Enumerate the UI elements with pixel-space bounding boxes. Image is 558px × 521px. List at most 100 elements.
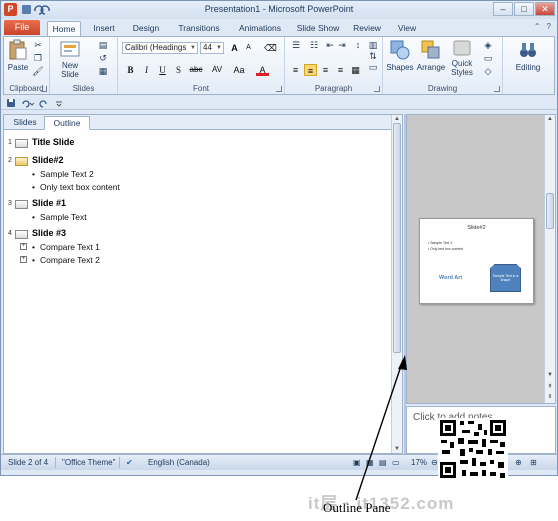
expand-icon[interactable]: + [20, 256, 27, 263]
underline-button[interactable]: U [156, 64, 169, 76]
normal-view-icon[interactable]: ▣ [353, 458, 361, 467]
shapes-button[interactable]: Shapes [385, 39, 415, 72]
quick-styles-button[interactable]: Quick Styles [447, 39, 477, 77]
outline-bullet[interactable]: • Sample Text [32, 212, 87, 223]
decrease-indent-icon[interactable]: ⇤ [325, 40, 335, 50]
numbering-icon[interactable]: ☷ [307, 40, 321, 50]
clear-formatting-icon[interactable]: ⌫ [264, 42, 277, 54]
align-right-icon[interactable]: ≡ [319, 64, 332, 76]
tab-review[interactable]: Review [350, 21, 384, 36]
outline-bullet[interactable]: • Compare Text 1 [32, 242, 100, 253]
slide-preview[interactable]: Slide#2 • Sample Text 2 • Only text box … [419, 218, 534, 304]
tab-animations[interactable]: Animations [232, 21, 288, 36]
slide-title[interactable]: Slide #3 [32, 228, 66, 238]
outline-bullet[interactable]: • Compare Text 2 [32, 255, 100, 266]
outline-bullet[interactable]: • Only text box content [32, 182, 120, 193]
expand-icon[interactable]: + [20, 243, 27, 250]
slide-scrollbar[interactable]: ▲ ▼ ⇞ ⇟ [544, 115, 555, 403]
outline-slide-1[interactable]: 1 Title Slide [8, 137, 208, 149]
reading-view-icon[interactable]: ▤ [379, 458, 387, 467]
paste-button[interactable]: Paste [7, 39, 29, 72]
bold-button[interactable]: B [124, 64, 137, 76]
font-size-combo[interactable]: 44 ▼ [200, 42, 224, 54]
zoom-level[interactable]: 17% [411, 458, 427, 467]
tab-slides[interactable]: Slides [8, 116, 42, 130]
outline-scrollbar[interactable]: ▲ ▼ [391, 115, 402, 453]
strikethrough-button[interactable]: abc [188, 64, 204, 76]
line-spacing-icon[interactable]: ↕ [351, 40, 365, 50]
copy-icon[interactable]: ❐ [32, 53, 44, 63]
tab-design[interactable]: Design [127, 21, 165, 36]
shrink-font-button[interactable]: A [242, 42, 255, 54]
slide-title[interactable]: Slide#2 [32, 155, 64, 165]
outline-slide-2[interactable]: 2 Slide#2 [8, 155, 208, 167]
language-indicator[interactable]: English (Canada) [148, 458, 210, 467]
slide-sorter-icon[interactable]: ▦ [366, 458, 374, 467]
scroll-up-icon[interactable]: ▲ [545, 115, 555, 123]
bullets-icon[interactable]: ☰ [289, 40, 303, 50]
minimize-button[interactable]: – [493, 2, 513, 16]
tab-file[interactable]: File [4, 20, 40, 35]
tab-home[interactable]: Home [47, 21, 81, 36]
shape-outline-icon[interactable]: ▭ [481, 53, 495, 63]
minimize-ribbon-icon[interactable]: ⌃ [534, 22, 541, 31]
scrollbar-thumb[interactable] [546, 193, 554, 229]
fit-to-window-icon[interactable]: ⊞ [530, 458, 537, 467]
scroll-up-icon[interactable]: ▲ [392, 115, 402, 123]
outline-slide-4[interactable]: 4 Slide #3 [8, 228, 208, 240]
paragraph-launcher-icon[interactable] [374, 86, 380, 92]
previous-slide-icon[interactable]: ⇞ [545, 383, 555, 391]
increase-indent-icon[interactable]: ⇥ [337, 40, 347, 50]
outline-slide-3[interactable]: 3 Slide #1 [8, 198, 208, 210]
change-case-button[interactable]: Aa [230, 64, 248, 76]
align-center-icon[interactable]: ≡ [304, 64, 317, 76]
tab-insert[interactable]: Insert [88, 21, 120, 36]
columns-icon[interactable]: ▥ [367, 40, 379, 50]
character-spacing-button[interactable]: AV [208, 64, 226, 76]
format-painter-icon[interactable]: 🖌 [32, 66, 44, 76]
italic-button[interactable]: I [140, 64, 153, 76]
section-icon[interactable]: ▦ [96, 66, 110, 76]
slide-title[interactable]: Slide #1 [32, 198, 66, 208]
text-direction-icon[interactable]: ⇅ [367, 51, 379, 61]
scroll-down-icon[interactable]: ▼ [545, 371, 555, 379]
zoom-in-icon[interactable]: ⊕ [515, 458, 522, 467]
shape-effects-icon[interactable]: ◇ [481, 66, 495, 76]
scroll-down-icon[interactable]: ▼ [392, 445, 402, 453]
shape-fill-icon[interactable]: ◈ [481, 40, 495, 50]
slide-title[interactable]: Title Slide [32, 137, 74, 147]
slide-show-icon[interactable]: ▭ [392, 458, 400, 467]
tab-slide-show[interactable]: Slide Show [293, 21, 343, 36]
scrollbar-thumb[interactable] [393, 123, 401, 353]
editing-button[interactable]: Editing [507, 39, 549, 72]
paragraph-group: ☰ ☷ ⇤ ⇥ ↕ ▥ ⇅ ▭ ≡ ≡ ≡ ≡ ▦ Paragraph [285, 37, 383, 94]
drawing-launcher-icon[interactable] [494, 86, 500, 92]
help-icon[interactable]: ? [547, 22, 551, 31]
zoom-out-icon[interactable]: ⊖ [431, 458, 438, 467]
layout-icon[interactable]: ▤ [96, 40, 110, 50]
tab-view[interactable]: View [393, 21, 421, 36]
align-left-icon[interactable]: ≡ [289, 64, 302, 76]
outline-content[interactable]: 1 Title Slide 2 Slide#2 • Sample Text 2 •… [4, 131, 390, 453]
font-launcher-icon[interactable] [276, 86, 282, 92]
maximize-button[interactable]: □ [514, 2, 534, 16]
text-shadow-button[interactable]: S [172, 64, 185, 76]
justify-icon[interactable]: ≡ [334, 64, 347, 76]
smartart-icon[interactable]: ▦ [349, 64, 362, 76]
font-color-button[interactable]: A [256, 64, 269, 76]
clipboard-launcher-icon[interactable] [41, 86, 47, 92]
align-text-icon[interactable]: ▭ [367, 62, 379, 72]
quick-access-icons[interactable] [6, 98, 66, 108]
cut-icon[interactable]: ✂ [32, 40, 44, 50]
arrange-button[interactable]: Arrange [416, 39, 446, 72]
spelling-check-icon[interactable]: ✔ [126, 458, 133, 467]
outline-bullet[interactable]: • Sample Text 2 [32, 169, 94, 180]
tab-outline[interactable]: Outline [44, 116, 90, 130]
tab-transitions[interactable]: Transitions [172, 21, 226, 36]
font-name-combo[interactable]: Calibri (Headings ▼ [122, 42, 198, 54]
grow-font-button[interactable]: A [228, 42, 241, 54]
new-slide-button[interactable]: New Slide [56, 39, 84, 79]
reset-icon[interactable]: ↺ [96, 53, 110, 63]
close-button[interactable]: ✕ [535, 2, 555, 16]
next-slide-icon[interactable]: ⇟ [545, 393, 555, 401]
